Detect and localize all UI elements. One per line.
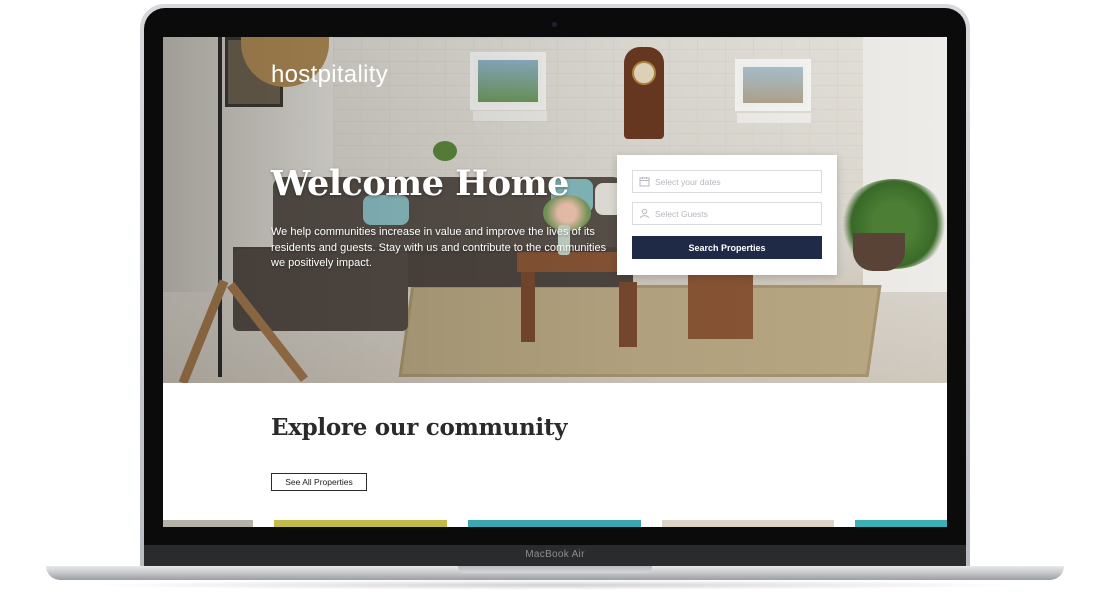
dates-input[interactable]: [655, 173, 815, 190]
camera-icon: [552, 22, 557, 27]
bezel-chin: MacBook Air: [144, 545, 966, 566]
explore-title: Explore our community: [271, 414, 568, 441]
calendar-icon: [639, 177, 650, 187]
property-card[interactable]: [274, 520, 447, 527]
laptop-notch: [458, 566, 652, 573]
laptop-shadow: [80, 580, 1030, 590]
device-label: MacBook Air: [525, 549, 585, 560]
property-card[interactable]: [662, 520, 834, 527]
hero-title: Welcome Home: [271, 163, 569, 204]
search-properties-button[interactable]: Search Properties: [632, 236, 822, 259]
browser-viewport: hostpitality Welcome Home We help commun…: [163, 37, 947, 527]
dates-field[interactable]: [632, 170, 822, 193]
see-all-properties-button[interactable]: See All Properties: [271, 473, 367, 491]
guests-input[interactable]: [655, 205, 815, 222]
property-card[interactable]: [163, 520, 253, 527]
guests-field[interactable]: [632, 202, 822, 225]
property-card[interactable]: [855, 520, 947, 527]
person-icon: [640, 208, 649, 219]
property-card[interactable]: [468, 520, 641, 527]
search-widget: Search Properties: [617, 155, 837, 275]
hero-section: hostpitality Welcome Home We help commun…: [163, 37, 947, 383]
property-thumbnails: [163, 520, 947, 527]
site-logo[interactable]: hostpitality: [271, 61, 388, 89]
hero-subtitle: We help communities increase in value an…: [271, 226, 607, 269]
